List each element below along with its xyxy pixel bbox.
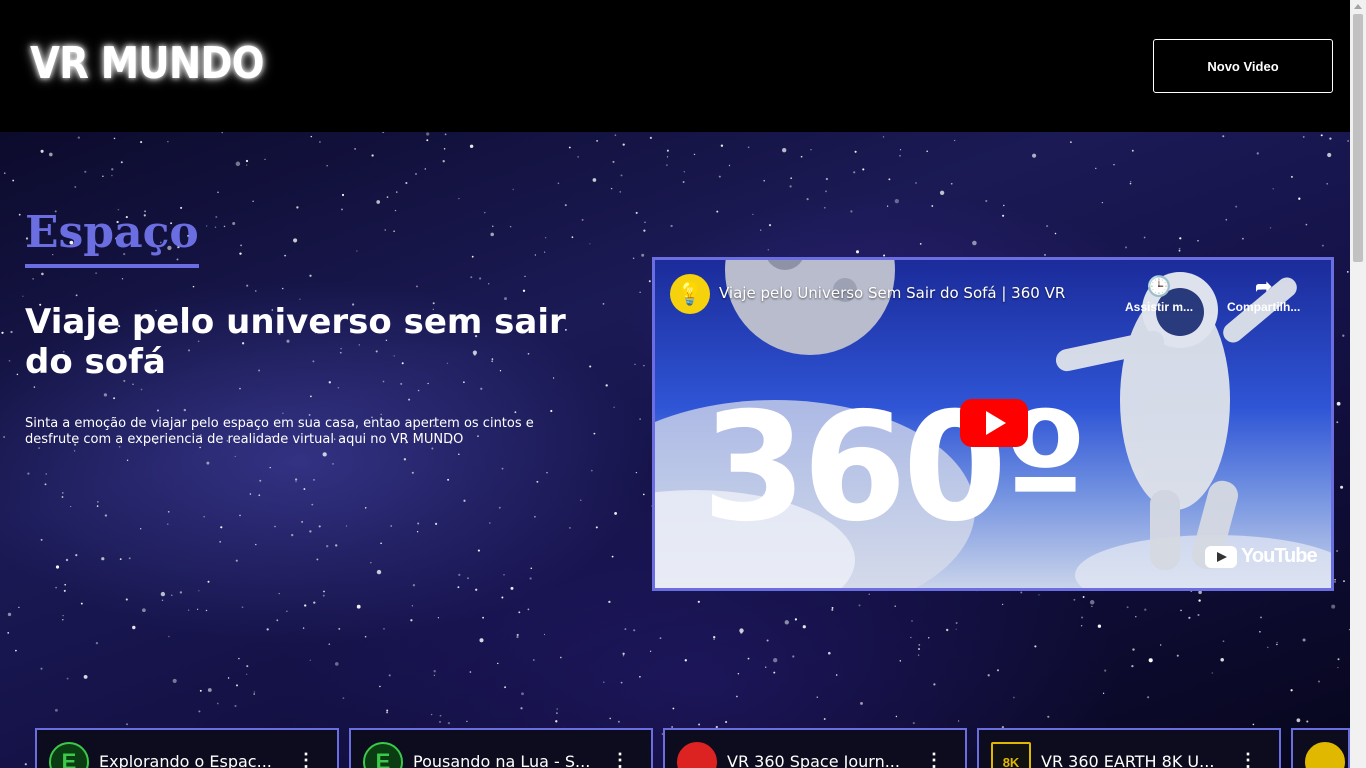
play-button[interactable] <box>960 399 1028 447</box>
watch-later-button[interactable]: 🕒 Assistir m... <box>1125 274 1193 314</box>
video-card-title[interactable]: VR 360 EARTH 8K U... <box>1041 752 1251 768</box>
hero-headline: Viaje pelo universo sem sair do sofá <box>25 302 566 382</box>
site-logo[interactable]: VR MUNDO <box>30 38 265 89</box>
scroll-up-icon[interactable] <box>1354 4 1362 9</box>
share-label: Compartilh... <box>1227 300 1301 314</box>
section-title: Espaço <box>25 206 199 268</box>
video-card-title[interactable]: VR 360 Space Journ... <box>727 752 937 768</box>
video-card-title[interactable]: Explorando o Espac... <box>99 752 309 768</box>
channel-avatar <box>677 742 717 768</box>
video-card[interactable]: E Pousando na Lua - S... ⋮ <box>349 728 653 768</box>
youtube-wordmark: YouTube <box>1241 545 1318 567</box>
video-card[interactable]: E Explorando o Espac... ⋮ <box>35 728 339 768</box>
more-options-icon[interactable]: ⋮ <box>611 750 629 768</box>
hero-description: Sinta a emoção de viajar pelo espaço em … <box>25 416 534 447</box>
channel-avatar <box>1305 742 1345 768</box>
video-player[interactable]: 360º 💡 Viaje pelo Universo Sem Sair do S… <box>652 257 1334 591</box>
hero-section: Espaço Viaje pelo universo sem sair do s… <box>0 132 1350 768</box>
video-card[interactable]: 8K VR 360 EARTH 8K U... ⋮ <box>977 728 1281 768</box>
channel-avatar: E <box>363 742 403 768</box>
channel-avatar: E <box>49 742 89 768</box>
share-icon: ➦ <box>1255 276 1273 298</box>
scrollbar-thumb[interactable] <box>1353 14 1363 262</box>
video-title[interactable]: Viaje pelo Universo Sem Sair do Sofá | 3… <box>719 284 1065 302</box>
video-card-title[interactable]: Pousando na Lua - S... <box>413 752 623 768</box>
channel-avatar: 8K <box>991 742 1031 768</box>
video-cards-row: E Explorando o Espac... ⋮ E Pousando na … <box>0 728 1350 768</box>
video-card[interactable]: VR 360 Space Journ... ⋮ <box>663 728 967 768</box>
watch-later-label: Assistir m... <box>1125 300 1194 314</box>
more-options-icon[interactable]: ⋮ <box>297 750 315 768</box>
new-video-button[interactable]: Novo Video <box>1153 39 1333 93</box>
more-options-icon[interactable]: ⋮ <box>1239 750 1257 768</box>
clock-icon: 🕒 <box>1146 276 1172 298</box>
more-options-icon[interactable]: ⋮ <box>925 750 943 768</box>
site-header: VR MUNDO Novo Video <box>0 0 1350 132</box>
lightbulb-icon[interactable]: 💡 <box>670 274 710 314</box>
page-scrollbar[interactable] <box>1350 0 1366 768</box>
youtube-logo[interactable]: YouTube <box>1205 545 1318 568</box>
youtube-play-icon <box>1205 545 1237 568</box>
video-card[interactable] <box>1291 728 1350 768</box>
share-button[interactable]: ➦ Compartilh... <box>1227 274 1300 314</box>
